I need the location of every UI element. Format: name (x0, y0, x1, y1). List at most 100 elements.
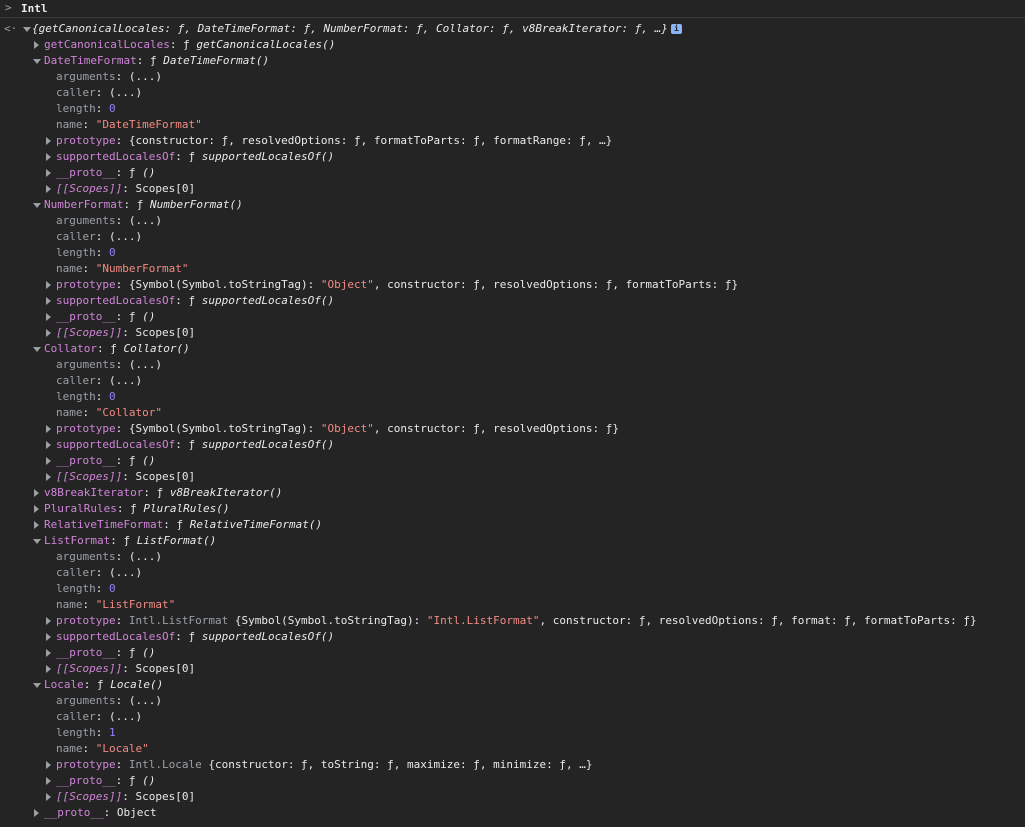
property-value-number: 1 (109, 726, 116, 739)
collapse-triangle-icon[interactable] (44, 773, 54, 789)
property-row[interactable]: getCanonicalLocales: ƒ getCanonicalLocal… (0, 37, 1025, 53)
collapse-triangle-icon[interactable] (32, 37, 42, 53)
function-name: () (142, 310, 156, 323)
console-input-line[interactable]: > Intl (0, 0, 1025, 18)
expand-triangle-icon[interactable] (32, 53, 42, 69)
property-colon: : (175, 438, 189, 451)
property-content: [[Scopes]]: Scopes[0] (56, 469, 195, 485)
property-row[interactable]: [[Scopes]]: Scopes[0] (0, 469, 1025, 485)
function-name: () (142, 774, 156, 787)
collapse-triangle-icon[interactable] (44, 645, 54, 661)
property-row[interactable]: [[Scopes]]: Scopes[0] (0, 661, 1025, 677)
expand-triangle-icon[interactable] (32, 197, 42, 213)
property-row[interactable]: [[Scopes]]: Scopes[0] (0, 325, 1025, 341)
collapse-triangle-icon[interactable] (44, 757, 54, 773)
property-row: length: 1 (0, 725, 1025, 741)
expand-triangle-icon[interactable] (32, 533, 42, 549)
collapse-triangle-icon[interactable] (44, 469, 54, 485)
summary-brace: { (32, 22, 39, 35)
collapse-triangle-icon[interactable] (44, 421, 54, 437)
property-value: (...) (128, 70, 162, 83)
property-key: __proto__ (56, 454, 116, 467)
property-key: [[Scopes]] (56, 662, 123, 675)
property-key: arguments (56, 550, 116, 563)
function-symbol: ƒ (128, 646, 143, 659)
collapse-triangle-icon[interactable] (44, 133, 54, 149)
collapse-triangle-icon[interactable] (32, 501, 42, 517)
property-row[interactable]: [[Scopes]]: Scopes[0] (0, 181, 1025, 197)
collapse-triangle-icon[interactable] (44, 661, 54, 677)
console-expression[interactable]: Intl (21, 2, 48, 15)
property-row[interactable]: supportedLocalesOf: ƒ supportedLocalesOf… (0, 437, 1025, 453)
collapse-triangle-icon[interactable] (44, 277, 54, 293)
property-key: arguments (56, 214, 116, 227)
property-row[interactable]: Locale: ƒ Locale() (0, 677, 1025, 693)
property-row[interactable]: __proto__: ƒ () (0, 773, 1025, 789)
property-key: caller (56, 710, 96, 723)
property-row: length: 0 (0, 581, 1025, 597)
property-key: prototype (56, 134, 116, 147)
property-row[interactable]: __proto__: ƒ () (0, 165, 1025, 181)
collapse-triangle-icon[interactable] (32, 485, 42, 501)
collapse-triangle-icon[interactable] (44, 325, 54, 341)
property-value: (...) (109, 86, 143, 99)
property-row[interactable]: prototype: Intl.Locale {constructor: ƒ, … (0, 757, 1025, 773)
collapse-triangle-icon[interactable] (32, 805, 42, 821)
property-row[interactable]: PluralRules: ƒ PluralRules() (0, 501, 1025, 517)
property-content: __proto__: ƒ () (56, 645, 155, 661)
function-symbol: ƒ (188, 630, 202, 643)
property-colon: : (122, 790, 136, 803)
collapse-triangle-icon[interactable] (44, 149, 54, 165)
property-row[interactable]: [[Scopes]]: Scopes[0] (0, 789, 1025, 805)
property-content: arguments: (...) (56, 69, 162, 85)
property-key: [[Scopes]] (56, 790, 123, 803)
result-summary-row[interactable]: {getCanonicalLocales: ƒ, DateTimeFormat:… (0, 21, 1025, 37)
expand-triangle-icon[interactable] (32, 677, 42, 693)
collapse-triangle-icon[interactable] (44, 293, 54, 309)
property-row[interactable]: ListFormat: ƒ ListFormat() (0, 533, 1025, 549)
property-row[interactable]: prototype: {constructor: ƒ, resolvedOpti… (0, 133, 1025, 149)
property-row[interactable]: prototype: {Symbol(Symbol.toStringTag): … (0, 277, 1025, 293)
collapse-triangle-icon[interactable] (32, 517, 42, 533)
expand-triangle-icon[interactable] (22, 21, 32, 37)
property-row[interactable]: supportedLocalesOf: ƒ supportedLocalesOf… (0, 629, 1025, 645)
result-summary[interactable]: {getCanonicalLocales: ƒ, DateTimeFormat:… (32, 21, 682, 37)
collapse-triangle-icon[interactable] (44, 629, 54, 645)
property-content: supportedLocalesOf: ƒ supportedLocalesOf… (56, 293, 334, 309)
collapse-triangle-icon[interactable] (44, 613, 54, 629)
function-name: PluralRules() (143, 502, 230, 515)
property-key: DateTimeFormat (44, 54, 137, 67)
property-key: v8BreakIterator (44, 486, 144, 499)
property-row[interactable]: NumberFormat: ƒ NumberFormat() (0, 197, 1025, 213)
property-row[interactable]: __proto__: Object (0, 805, 1025, 821)
collapse-triangle-icon[interactable] (44, 789, 54, 805)
devtools-console: > Intl <· {getCanonicalLocales: ƒ, DateT… (0, 0, 1025, 827)
object-preview: {constructor: ƒ, toString: ƒ, maximize: … (208, 758, 593, 771)
collapse-triangle-icon[interactable] (44, 309, 54, 325)
function-symbol: ƒ (128, 774, 143, 787)
property-row[interactable]: v8BreakIterator: ƒ v8BreakIterator() (0, 485, 1025, 501)
property-content: length: 0 (56, 581, 116, 597)
property-row[interactable]: DateTimeFormat: ƒ DateTimeFormat() (0, 53, 1025, 69)
property-content: arguments: (...) (56, 693, 162, 709)
property-row: arguments: (...) (0, 357, 1025, 373)
property-colon: : (95, 710, 109, 723)
property-row[interactable]: __proto__: ƒ () (0, 309, 1025, 325)
collapse-triangle-icon[interactable] (44, 165, 54, 181)
property-row[interactable]: __proto__: ƒ () (0, 453, 1025, 469)
property-row[interactable]: prototype: Intl.ListFormat {Symbol(Symbo… (0, 613, 1025, 629)
expand-triangle-icon[interactable] (32, 341, 42, 357)
property-row[interactable]: prototype: {Symbol(Symbol.toStringTag): … (0, 421, 1025, 437)
summary-sep: , (641, 22, 655, 35)
property-row[interactable]: supportedLocalesOf: ƒ supportedLocalesOf… (0, 293, 1025, 309)
property-content: RelativeTimeFormat: ƒ RelativeTimeFormat… (44, 517, 322, 533)
property-row: name: "DateTimeFormat" (0, 117, 1025, 133)
property-row[interactable]: supportedLocalesOf: ƒ supportedLocalesOf… (0, 149, 1025, 165)
info-icon[interactable]: i (670, 24, 682, 34)
property-row[interactable]: RelativeTimeFormat: ƒ RelativeTimeFormat… (0, 517, 1025, 533)
property-row[interactable]: __proto__: ƒ () (0, 645, 1025, 661)
collapse-triangle-icon[interactable] (44, 437, 54, 453)
collapse-triangle-icon[interactable] (44, 181, 54, 197)
property-row[interactable]: Collator: ƒ Collator() (0, 341, 1025, 357)
collapse-triangle-icon[interactable] (44, 453, 54, 469)
